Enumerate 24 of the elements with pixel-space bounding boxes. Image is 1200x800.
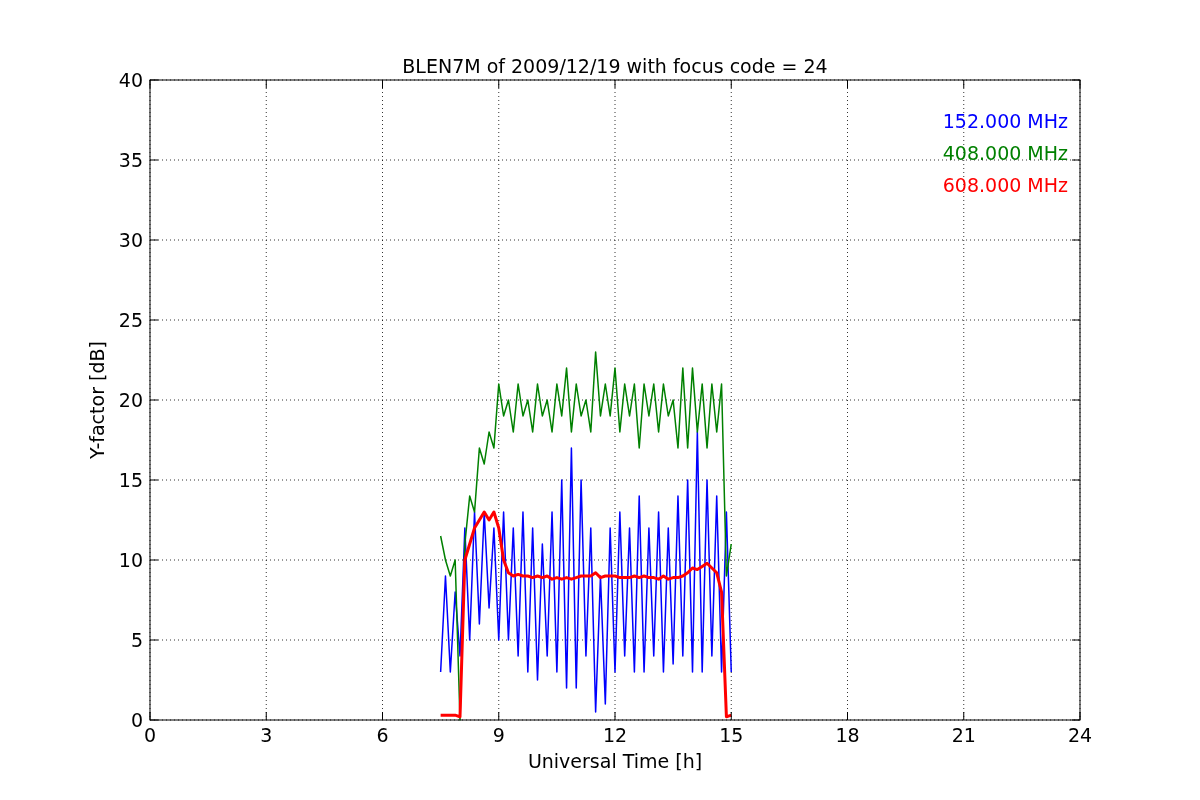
tick-label: 30 <box>118 229 143 251</box>
tick-label: 9 <box>492 724 505 746</box>
legend-label: 608.000 MHz <box>942 174 1068 196</box>
tick-label: 5 <box>130 629 143 651</box>
tick-label: 3 <box>260 724 273 746</box>
tick-label: 24 <box>1067 724 1093 746</box>
tick-label: 21 <box>951 724 976 746</box>
chart-title: BLEN7M of 2009/12/19 with focus code = 24 <box>402 55 828 77</box>
legend-label: 152.000 MHz <box>942 110 1068 132</box>
tick-label: 35 <box>118 149 143 171</box>
tick-label: 12 <box>602 724 628 746</box>
x-axis-label: Universal Time [h] <box>527 750 703 772</box>
y-axis-label: Y-factor [dB] <box>86 341 108 459</box>
tick-label: 40 <box>118 69 143 91</box>
legend-label: 408.000 MHz <box>942 142 1068 164</box>
tick-label: 15 <box>118 469 143 491</box>
tick-label: 0 <box>130 709 143 731</box>
tick-label: 15 <box>719 724 744 746</box>
tick-label: 18 <box>835 724 860 746</box>
tick-label: 25 <box>118 309 143 331</box>
tick-label: 20 <box>118 389 143 411</box>
tick-label: 6 <box>376 724 389 746</box>
tick-label: 0 <box>143 724 157 746</box>
tick-label: 10 <box>118 549 143 571</box>
